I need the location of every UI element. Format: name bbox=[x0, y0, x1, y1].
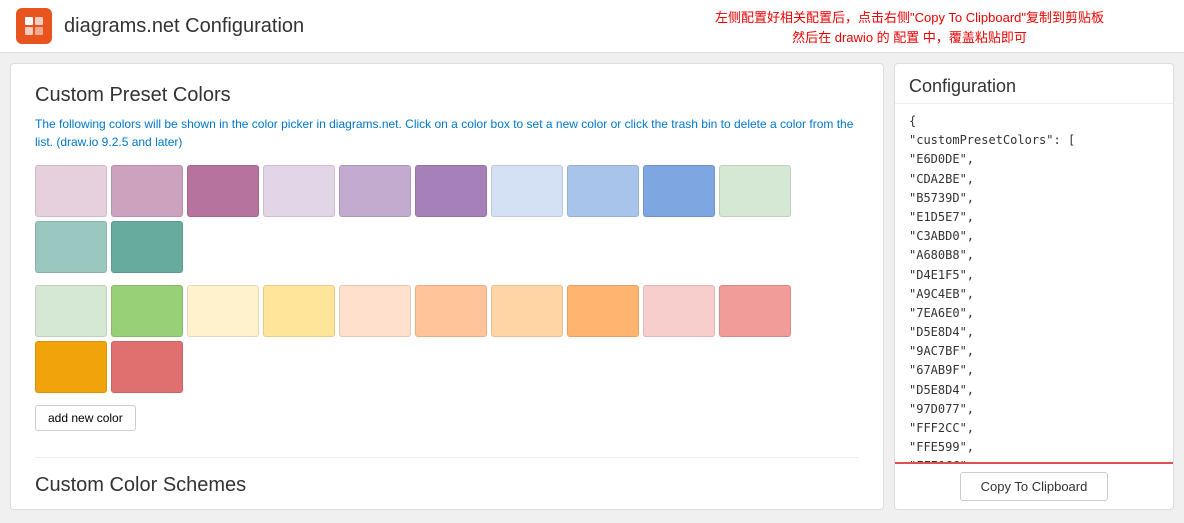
config-line: "E6D0DE", bbox=[909, 150, 1159, 169]
color-swatch[interactable] bbox=[339, 285, 411, 337]
color-swatch[interactable] bbox=[35, 341, 107, 393]
left-panel: Custom Preset Colors The following color… bbox=[10, 63, 884, 510]
color-schemes-desc: Color schemes will be shown in diagrams.… bbox=[35, 505, 859, 510]
right-panel: Configuration { "customPresetColors": [ … bbox=[894, 63, 1174, 510]
config-line: "CDA2BE", bbox=[909, 170, 1159, 189]
config-line: "7EA6E0", bbox=[909, 304, 1159, 323]
color-swatch[interactable] bbox=[643, 165, 715, 217]
header-hint: 左侧配置好相关配置后，点击右侧"Copy To Clipboard"复制到剪贴板… bbox=[715, 8, 1104, 47]
config-line: "C3ABD0", bbox=[909, 227, 1159, 246]
color-swatch[interactable] bbox=[35, 165, 107, 217]
header: diagrams.net Configuration 左侧配置好相关配置后，点击… bbox=[0, 0, 1184, 53]
color-swatch[interactable] bbox=[111, 221, 183, 273]
page-title: diagrams.net Configuration bbox=[64, 15, 304, 38]
color-schemes-title: Custom Color Schemes bbox=[35, 474, 859, 497]
config-line: "D5E8D4", bbox=[909, 323, 1159, 342]
color-swatch[interactable] bbox=[415, 285, 487, 337]
config-line: "D4E1F5", bbox=[909, 266, 1159, 285]
color-swatch[interactable] bbox=[187, 165, 259, 217]
color-grid-row1 bbox=[35, 165, 859, 273]
config-line: "D5E8D4", bbox=[909, 381, 1159, 400]
add-color-button[interactable]: add new color bbox=[35, 405, 136, 431]
config-line: "67AB9F", bbox=[909, 361, 1159, 380]
color-swatch[interactable] bbox=[263, 285, 335, 337]
config-line: "customPresetColors": [ bbox=[909, 131, 1159, 150]
copy-btn-row: Copy To Clipboard bbox=[895, 462, 1173, 509]
color-swatch[interactable] bbox=[643, 285, 715, 337]
hint-line1: 左侧配置好相关配置后，点击右侧"Copy To Clipboard"复制到剪贴板 bbox=[715, 8, 1104, 28]
section-divider bbox=[35, 457, 859, 458]
hint-line2: 然后在 drawio 的 配置 中，覆盖粘贴即可 bbox=[715, 28, 1104, 48]
color-schemes-section: Custom Color Schemes Color schemes will … bbox=[35, 474, 859, 510]
color-swatch[interactable] bbox=[35, 221, 107, 273]
preset-colors-title: Custom Preset Colors bbox=[35, 84, 859, 107]
config-line: "97D077", bbox=[909, 400, 1159, 419]
config-line: { bbox=[909, 112, 1159, 131]
config-line: "9AC7BF", bbox=[909, 342, 1159, 361]
color-swatch[interactable] bbox=[491, 285, 563, 337]
config-panel-title: Configuration bbox=[895, 64, 1173, 104]
color-swatch[interactable] bbox=[567, 285, 639, 337]
color-swatch[interactable] bbox=[719, 165, 791, 217]
main-layout: Custom Preset Colors The following color… bbox=[0, 53, 1184, 520]
copy-to-clipboard-button[interactable]: Copy To Clipboard bbox=[960, 472, 1109, 501]
color-swatch[interactable] bbox=[263, 165, 335, 217]
app-logo bbox=[16, 8, 52, 44]
config-line: "A9C4EB", bbox=[909, 285, 1159, 304]
color-swatch[interactable] bbox=[111, 285, 183, 337]
color-swatch[interactable] bbox=[719, 285, 791, 337]
config-line: "B5739D", bbox=[909, 189, 1159, 208]
color-swatch[interactable] bbox=[567, 165, 639, 217]
color-swatch[interactable] bbox=[415, 165, 487, 217]
color-grid-row2 bbox=[35, 285, 859, 393]
config-line: "E1D5E7", bbox=[909, 208, 1159, 227]
config-line: "A680B8", bbox=[909, 246, 1159, 265]
preset-colors-section: Custom Preset Colors The following color… bbox=[35, 84, 859, 447]
color-swatch[interactable] bbox=[111, 165, 183, 217]
config-line: "FFE599", bbox=[909, 438, 1159, 457]
color-swatch[interactable] bbox=[111, 341, 183, 393]
color-swatch[interactable] bbox=[339, 165, 411, 217]
color-swatch[interactable] bbox=[491, 165, 563, 217]
config-text-area[interactable]: { "customPresetColors": [ "E6D0DE", "CDA… bbox=[895, 104, 1173, 462]
preset-colors-desc: The following colors will be shown in th… bbox=[35, 115, 859, 151]
config-line: "FFF2CC", bbox=[909, 419, 1159, 438]
color-swatch[interactable] bbox=[187, 285, 259, 337]
color-swatch[interactable] bbox=[35, 285, 107, 337]
